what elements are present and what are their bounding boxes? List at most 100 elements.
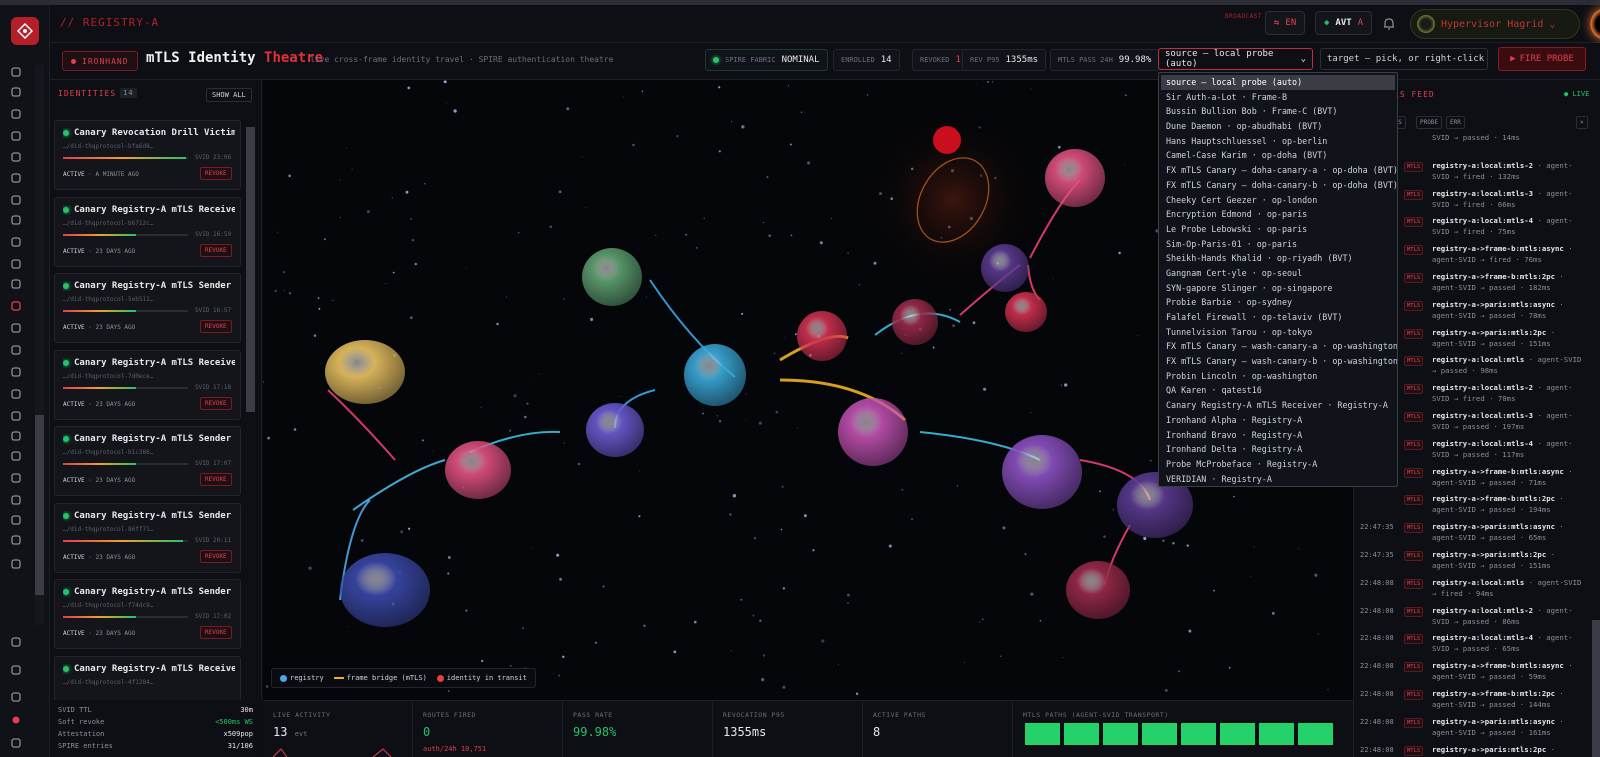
identities-scrollbar[interactable] [246, 115, 255, 700]
layers-icon[interactable] [9, 85, 23, 99]
dropdown-option[interactable]: source — local probe (auto) [1161, 75, 1395, 90]
revoke-button[interactable]: REVOKE [200, 167, 232, 180]
message-icon[interactable] [9, 690, 23, 704]
feed-row[interactable]: 22:48:08 MTLS registry-a->paris:mtls:2pc ·… [1360, 744, 1590, 757]
record-icon[interactable] [9, 713, 23, 727]
revoke-button[interactable]: REVOKE [200, 549, 232, 563]
feed-row[interactable]: MTLS registry-a->frame-b:mtls:2pc · agent… [1360, 493, 1590, 520]
revoke-button[interactable]: REVOKE [200, 473, 232, 486]
database-icon[interactable] [9, 129, 23, 143]
mtls-path-block[interactable] [1142, 723, 1177, 745]
scale-icon[interactable] [9, 513, 23, 527]
source-dropdown-menu[interactable]: source — local probe (auto) Sir Auth-a-Lo… [1158, 72, 1398, 487]
source-select[interactable]: source — local probe (auto) ⌄ [1158, 48, 1313, 70]
shield-check-icon[interactable] [9, 557, 23, 571]
close-icon[interactable]: × [1576, 116, 1588, 129]
fingerprint-icon[interactable] [9, 299, 23, 313]
identity-card[interactable]: Canary Registry-A mTLS Sender 2 …/did-thq… [54, 273, 241, 343]
fire-probe-button[interactable]: ▶ FIRE PROBE [1498, 47, 1586, 71]
mtls-path-block[interactable] [1064, 723, 1099, 745]
dropdown-option[interactable]: Falafel Firewall · op-telaviv (BVT) [1159, 310, 1397, 325]
dropdown-option[interactable]: Ironhand Bravo · Registry-A [1159, 428, 1397, 443]
identity-card[interactable]: Canary Registry-A mTLS Receiver… …/did-th… [54, 196, 241, 267]
tenant-badge[interactable]: IRONHAND [62, 51, 138, 71]
avt-button[interactable]: ◆ AVT A [1315, 11, 1373, 35]
dropdown-option[interactable]: VERIDIAN · Registry-A [1159, 472, 1397, 487]
table-icon[interactable] [9, 387, 23, 401]
lock-icon[interactable] [9, 213, 23, 227]
radar-icon[interactable] [9, 235, 23, 249]
feed-tab-probe[interactable]: PROBE [1416, 116, 1443, 129]
dropdown-option[interactable]: Sir Auth-a-Lot · Frame-B [1159, 90, 1397, 105]
target-select[interactable]: target — pick, or right-click a r⌄ [1320, 48, 1488, 70]
feed-row[interactable]: 22:48:08 MTLS registry-a->frame-b:mtls:2pc… [1360, 688, 1590, 715]
show-all-button[interactable]: SHOW ALL [206, 88, 252, 102]
mtls-path-block[interactable] [1259, 723, 1294, 745]
dropdown-option[interactable]: FX mTLS Canary — wash-canary-b · op-wash… [1159, 354, 1397, 369]
feed-row[interactable]: 22:47:35 MTLS registry-a->paris:mtls:async… [1360, 521, 1590, 548]
dropdown-option[interactable]: Probin Lincoln · op-washington [1159, 369, 1397, 384]
badge-icon[interactable] [9, 343, 23, 357]
mtls-path-block[interactable] [1103, 723, 1138, 745]
dropdown-option[interactable]: FX mTLS Canary — doha-canary-a · op-doha… [1159, 163, 1397, 178]
dropdown-option[interactable]: Camel-Case Karim · op-doha (BVT) [1159, 148, 1397, 163]
revoke-button[interactable]: REVOKE [200, 626, 232, 639]
chat-icon[interactable] [9, 193, 23, 207]
identity-card[interactable]: Canary Revocation Drill Victim …/did-thqp… [54, 120, 241, 190]
dropdown-option[interactable]: Gangnam Cert-yle · op-seoul [1159, 266, 1397, 281]
mtls-path-block[interactable] [1025, 723, 1060, 745]
flag-icon[interactable] [9, 365, 23, 379]
book-icon[interactable] [9, 533, 23, 547]
shield-icon[interactable] [9, 107, 23, 121]
revoke-button[interactable]: REVOKE [200, 243, 232, 257]
avatar[interactable] [1590, 8, 1600, 40]
dropdown-option[interactable]: FX mTLS Canary — doha-canary-b · op-doha… [1159, 178, 1397, 193]
rail-scrollbar[interactable] [35, 65, 44, 625]
mtls-path-block[interactable] [1220, 723, 1255, 745]
user-icon[interactable] [9, 321, 23, 335]
feed-row[interactable]: 22:48:08 MTLS registry-a->frame-b:mtls:asy… [1360, 660, 1590, 687]
globe-icon[interactable] [9, 257, 23, 271]
identity-card[interactable]: Canary Registry-A mTLS Sender 3 …/did-thq… [54, 579, 241, 649]
dropdown-option[interactable]: Probie Barbie · op-sydney [1159, 295, 1397, 310]
dropdown-option[interactable]: QA Karen · qatest16 [1159, 383, 1397, 398]
mtls-path-block[interactable] [1298, 723, 1333, 745]
feed-tab-err[interactable]: ERR [1446, 116, 1465, 129]
dropdown-option[interactable]: Dune Daemon · op-abudhabi (BVT) [1159, 119, 1397, 134]
language-button[interactable]: ⇆ EN [1265, 11, 1306, 35]
revoke-button[interactable]: REVOKE [200, 396, 232, 410]
mtls-path-block[interactable] [1181, 723, 1216, 745]
feed-row[interactable]: 22:48:08 MTLS registry-a:local:mtls · agen… [1360, 577, 1590, 604]
dropdown-option[interactable]: Le Probe Lebowski · op-paris [1159, 222, 1397, 237]
refresh-icon[interactable] [9, 171, 23, 185]
user-menu[interactable]: Hypervisor Hagrid ⌄ [1410, 9, 1580, 39]
settings-icon[interactable] [9, 635, 23, 649]
dropdown-option[interactable]: Cheeky Cert Geezer · op-london [1159, 193, 1397, 208]
dropdown-option[interactable]: SYN-gapore Slinger · op-singapore [1159, 281, 1397, 296]
key-icon[interactable] [9, 277, 23, 291]
broadcast-label[interactable]: BROADCAST [1225, 13, 1262, 20]
feed-row[interactable]: 22:48:08 MTLS registry-a:local:mtls-4 · ag… [1360, 632, 1590, 659]
revoke-button[interactable]: REVOKE [200, 320, 232, 333]
identity-card[interactable]: Canary Registry-A mTLS Sender 4 …/did-thq… [54, 426, 241, 496]
dropdown-option[interactable]: Sim-Op-Paris-01 · op-paris [1159, 237, 1397, 252]
identity-card[interactable]: Canary Registry-A mTLS Receiver… …/did-th… [54, 349, 241, 420]
dropdown-option[interactable]: FX mTLS Canary — wash-canary-a · op-wash… [1159, 339, 1397, 354]
dropdown-option[interactable]: Encryption Edmond · op-paris [1159, 207, 1397, 222]
server-icon[interactable] [9, 409, 23, 423]
dropdown-option[interactable]: Sheikh-Hands Khalid · op-riyadh (BVT) [1159, 251, 1397, 266]
feed-row[interactable]: 22:48:08 MTLS registry-a:local:mtls-2 · ag… [1360, 605, 1590, 632]
feed-row[interactable]: 22:48:08 MTLS registry-a->paris:mtls:async… [1360, 716, 1590, 743]
dropdown-option[interactable]: Hans Hauptschluessel · op-berlin [1159, 134, 1397, 149]
megaphone-icon[interactable] [9, 493, 23, 507]
feed-row[interactable]: 22:47:35 MTLS registry-a->paris:mtls:2pc ·… [1360, 549, 1590, 576]
dropdown-option[interactable]: Ironhand Delta · Registry-A [1159, 442, 1397, 457]
mail-icon[interactable] [9, 471, 23, 485]
grid-icon[interactable] [9, 150, 23, 164]
feed-scrollbar[interactable] [1592, 140, 1600, 757]
dropdown-option[interactable]: Ironhand Alpha · Registry-A [1159, 413, 1397, 428]
logout-icon[interactable] [9, 736, 23, 750]
dropdown-option[interactable]: Tunnelvision Tarou · op-tokyo [1159, 325, 1397, 340]
link-icon[interactable] [9, 429, 23, 443]
route-icon[interactable] [9, 65, 23, 79]
